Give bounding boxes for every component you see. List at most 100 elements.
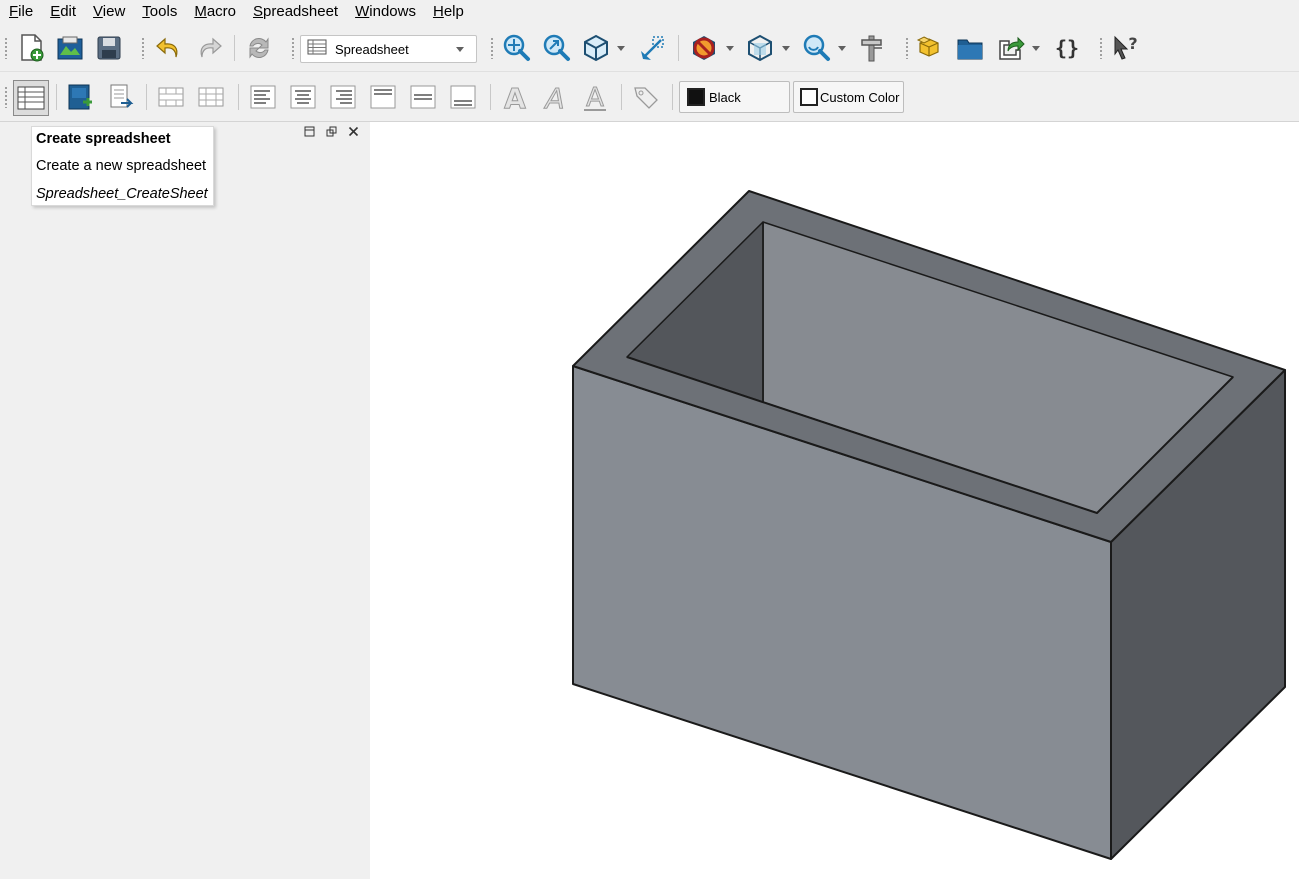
- tooltip-command: Spreadsheet_CreateSheet: [36, 186, 208, 202]
- menu-view[interactable]: View: [84, 0, 133, 24]
- menu-macro-accel: M: [194, 3, 207, 20]
- chevron-down-icon[interactable]: [617, 46, 625, 51]
- chevron-down-icon[interactable]: [838, 46, 846, 51]
- bold-icon[interactable]: A: [499, 81, 531, 113]
- zoom-icon[interactable]: [800, 32, 832, 64]
- menu-tools[interactable]: Tools: [133, 0, 185, 24]
- tooltip-description: Create a new spreadsheet: [36, 158, 207, 174]
- align-bottom-icon[interactable]: [447, 81, 479, 113]
- menu-spreadsheet-accel: S: [253, 3, 264, 20]
- undo-icon[interactable]: [153, 32, 185, 64]
- panel-restore-icon[interactable]: [325, 125, 338, 138]
- background-color-swatch: [800, 88, 818, 106]
- toolbar-grip[interactable]: [4, 37, 8, 59]
- spreadsheet-toolbar: A A A Black Custom Color: [0, 72, 1299, 122]
- menu-windows-accel: W: [355, 3, 370, 20]
- menu-view-label: iew: [102, 3, 126, 20]
- toolbar-separator: [490, 84, 491, 110]
- align-center-icon[interactable]: [287, 81, 319, 113]
- chevron-down-icon[interactable]: [1032, 46, 1040, 51]
- merge-cells-icon[interactable]: [155, 81, 187, 113]
- foreground-color-button[interactable]: Black: [679, 81, 790, 113]
- new-document-icon[interactable]: [16, 32, 48, 64]
- menu-help[interactable]: Help: [424, 0, 472, 24]
- toolbar-grip[interactable]: [141, 37, 145, 59]
- toolbar-grip[interactable]: [490, 37, 494, 59]
- workbench-selector-label: Spreadsheet: [335, 41, 409, 57]
- toolbar-separator: [672, 84, 673, 110]
- isometric-view-icon[interactable]: [580, 32, 612, 64]
- svg-text:?: ?: [1128, 34, 1137, 53]
- align-top-icon[interactable]: [367, 81, 399, 113]
- menu-windows-label: indows: [369, 3, 416, 20]
- panel-controls: [303, 125, 360, 138]
- menu-tools-accel: T: [142, 3, 150, 20]
- workbench-selector[interactable]: Spreadsheet: [300, 35, 477, 63]
- redo-icon[interactable]: [193, 32, 225, 64]
- toolbar-grip[interactable]: [291, 37, 295, 59]
- panel-float-icon[interactable]: [303, 125, 316, 138]
- menu-edit-accel: E: [50, 3, 61, 20]
- foreground-color-swatch: [687, 88, 705, 106]
- group-folder-icon[interactable]: [954, 32, 986, 64]
- export-csv-icon[interactable]: [104, 81, 136, 113]
- menu-windows[interactable]: Windows: [346, 0, 424, 24]
- measure-icon[interactable]: [856, 32, 888, 64]
- toolbar-grip[interactable]: [4, 86, 8, 108]
- menu-edit[interactable]: Edit: [41, 0, 84, 24]
- background-color-label: Custom Color: [820, 89, 900, 105]
- menu-file-label: ile: [18, 3, 34, 20]
- toolbar-separator: [234, 35, 235, 61]
- toolbar-separator: [238, 84, 239, 110]
- background-color-button[interactable]: Custom Color: [793, 81, 904, 113]
- svg-text:{}: {}: [1055, 36, 1079, 60]
- align-right-icon[interactable]: [327, 81, 359, 113]
- panel-close-icon[interactable]: [347, 125, 360, 138]
- align-vcenter-icon[interactable]: [407, 81, 439, 113]
- draw-style-icon[interactable]: [688, 32, 720, 64]
- toolbar-separator: [621, 84, 622, 110]
- bounding-box-icon[interactable]: [744, 32, 776, 64]
- menu-spreadsheet[interactable]: Spreadsheet: [244, 0, 346, 24]
- fit-selection-icon[interactable]: [540, 32, 572, 64]
- fit-all-icon[interactable]: [500, 32, 532, 64]
- svg-text:A: A: [586, 83, 604, 112]
- menu-file[interactable]: File: [0, 0, 41, 24]
- toolbar-grip[interactable]: [1099, 37, 1103, 59]
- 3d-model[interactable]: [370, 122, 1299, 879]
- main-toolbar: Spreadsheet {} ?: [0, 24, 1299, 72]
- italic-icon[interactable]: A: [539, 81, 571, 113]
- 3d-viewport[interactable]: [370, 122, 1299, 879]
- import-csv-icon[interactable]: [64, 81, 96, 113]
- whats-this-icon[interactable]: ?: [1109, 32, 1141, 64]
- chevron-down-icon[interactable]: [782, 46, 790, 51]
- macro-braces-icon[interactable]: {}: [1051, 32, 1083, 64]
- menu-bar: File Edit View Tools Macro Spreadsheet W…: [0, 0, 1299, 24]
- toolbar-separator: [56, 84, 57, 110]
- menu-macro[interactable]: Macro: [185, 0, 244, 24]
- split-cells-icon[interactable]: [195, 81, 227, 113]
- refresh-icon[interactable]: [243, 32, 275, 64]
- chevron-down-icon[interactable]: [726, 46, 734, 51]
- box-zoom-icon[interactable]: [636, 32, 668, 64]
- link-icon[interactable]: [995, 32, 1027, 64]
- menu-help-label: elp: [443, 3, 464, 20]
- spreadsheet-icon: [307, 39, 327, 59]
- menu-tools-label: ools: [149, 3, 178, 20]
- alias-tag-icon[interactable]: [630, 81, 662, 113]
- toolbar-separator: [146, 84, 147, 110]
- svg-text:A: A: [543, 82, 564, 112]
- underline-icon[interactable]: A: [579, 81, 611, 113]
- tooltip-title: Create spreadsheet: [36, 131, 171, 147]
- align-left-icon[interactable]: [247, 81, 279, 113]
- open-document-icon[interactable]: [54, 32, 86, 64]
- svg-text:A: A: [504, 82, 526, 112]
- toolbar-separator: [678, 35, 679, 61]
- save-icon[interactable]: [93, 32, 125, 64]
- create-spreadsheet-icon[interactable]: [13, 80, 49, 116]
- chevron-down-icon: [456, 47, 464, 52]
- menu-file-accel: F: [9, 3, 19, 20]
- part-icon[interactable]: [914, 32, 946, 64]
- toolbar-grip[interactable]: [905, 37, 909, 59]
- combo-view-panel: [0, 122, 370, 879]
